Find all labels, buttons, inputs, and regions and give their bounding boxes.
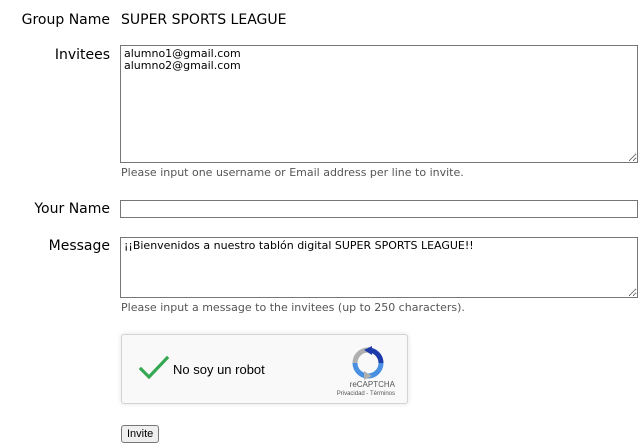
group-name-label: Group Name <box>21 12 110 28</box>
message-textarea[interactable]: ¡¡Bienvenidos a nuestro tablón digital S… <box>120 237 638 298</box>
recaptcha-widget: No soy un robot reCAPTCHA Privacidad - T… <box>121 334 408 404</box>
group-name-value: SUPER SPORTS LEAGUE <box>121 12 287 28</box>
message-label: Message <box>48 238 110 254</box>
your-name-label: Your Name <box>34 201 110 217</box>
recaptcha-checkbox[interactable] <box>138 354 170 382</box>
checkmark-icon <box>138 355 170 380</box>
message-hint: Please input a message to the invitees (… <box>121 301 465 314</box>
invitees-hint: Please input one username or Email addre… <box>121 166 464 179</box>
recaptcha-brand: reCAPTCHA <box>349 380 395 389</box>
recaptcha-label: No soy un robot <box>173 362 265 377</box>
recaptcha-logo-icon <box>350 345 386 381</box>
recaptcha-links: Privacidad - Términos <box>337 391 395 397</box>
recaptcha-terms-link[interactable]: Términos <box>370 391 395 397</box>
invitees-label: Invitees <box>54 47 110 63</box>
invite-button[interactable]: Invite <box>121 425 160 443</box>
invitees-textarea[interactable]: alumno1@gmail.com alumno2@gmail.com <box>120 45 638 163</box>
recaptcha-privacy-link[interactable]: Privacidad <box>337 391 365 397</box>
your-name-input[interactable] <box>120 200 638 218</box>
